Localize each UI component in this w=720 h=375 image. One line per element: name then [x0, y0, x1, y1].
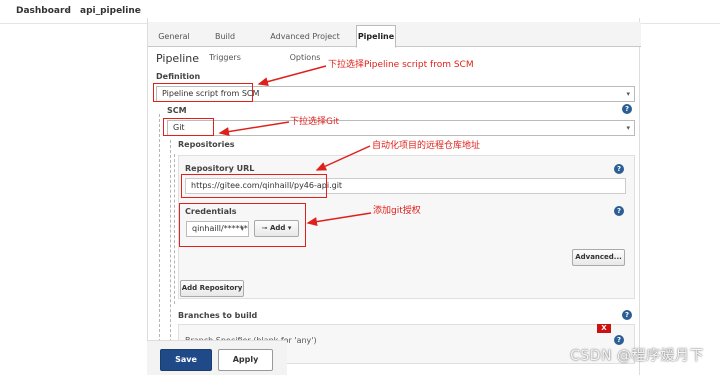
repo-url-annotation: 自动化项目的远程仓库地址 — [372, 141, 481, 151]
breadcrumb-project[interactable]: api_pipeline — [80, 6, 141, 16]
breadcrumb-separator: › — [138, 5, 142, 14]
tab-bar: General Build Triggers Advanced Project … — [148, 22, 641, 62]
breadcrumb-separator: › — [66, 5, 70, 14]
action-bar: Save Apply — [147, 340, 287, 375]
advanced-button[interactable]: Advanced... — [572, 249, 625, 266]
chevron-down-icon: ▾ — [626, 124, 630, 132]
section-title: Pipeline — [156, 52, 200, 65]
repo-url-label: Repository URL — [185, 164, 255, 173]
repositories-label: Repositories — [178, 140, 235, 149]
definition-highlight — [153, 83, 253, 102]
delete-branch-button[interactable]: X — [597, 324, 611, 333]
branches-label: Branches to build — [178, 311, 258, 320]
watermark: CSDN @程序媛月下 — [570, 348, 704, 364]
credentials-highlight — [179, 203, 306, 247]
apply-button[interactable]: Apply — [218, 349, 273, 371]
tab-pipeline[interactable]: Pipeline — [356, 25, 396, 48]
definition-label: Definition — [156, 72, 201, 81]
repo-url-highlight — [181, 174, 327, 198]
breadcrumb-dashboard[interactable]: Dashboard — [16, 6, 71, 16]
add-repository-button[interactable]: Add Repository — [180, 280, 244, 297]
scm-label: SCM — [167, 106, 187, 115]
credentials-annotation: 添加git授权 — [373, 206, 421, 216]
chevron-down-icon: ▾ — [626, 90, 630, 98]
help-icon[interactable]: ? — [622, 104, 632, 114]
scm-select[interactable]: Git ▾ — [167, 120, 635, 136]
scm-highlight — [163, 118, 214, 136]
repositories-indent-line — [174, 154, 175, 304]
help-icon[interactable]: ? — [614, 335, 624, 345]
help-icon[interactable]: ? — [614, 164, 624, 174]
tab-general[interactable]: General — [154, 26, 194, 47]
help-icon[interactable]: ? — [614, 206, 624, 216]
git-indent-line — [170, 140, 171, 362]
definition-annotation: 下拉选择Pipeline script from SCM — [328, 60, 474, 70]
tab-build-triggers[interactable]: Build Triggers — [198, 26, 252, 62]
save-button[interactable]: Save — [160, 349, 212, 371]
help-icon[interactable]: ? — [622, 310, 632, 320]
scm-indent-line — [159, 114, 160, 362]
scm-annotation: 下拉选择Git — [290, 117, 340, 127]
tab-advanced-project-options[interactable]: Advanced Project Options — [256, 26, 354, 62]
